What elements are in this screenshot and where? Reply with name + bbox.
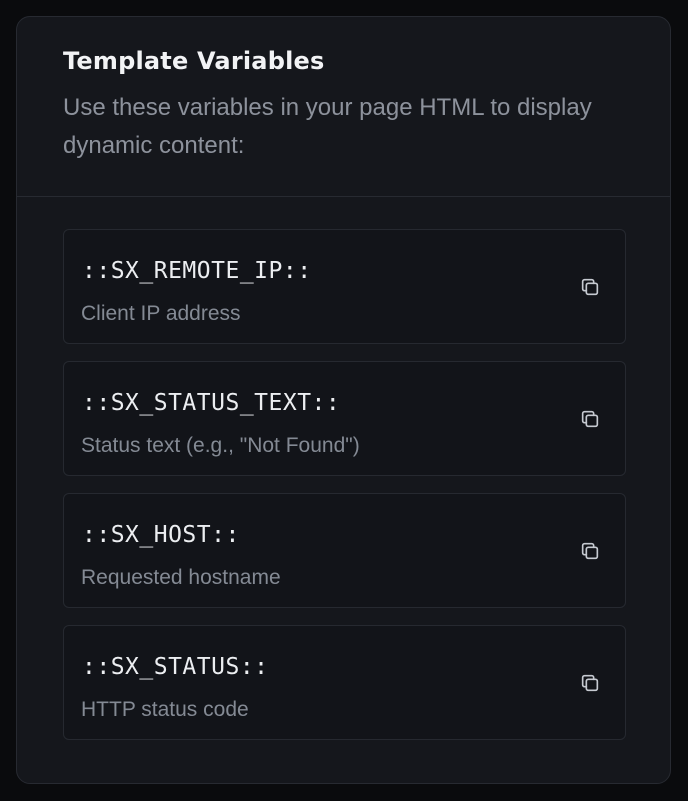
variable-item-host: ::SX_HOST:: Requested hostname [63,493,626,608]
copy-icon [581,542,599,560]
variable-name: ::SX_STATUS:: [82,654,269,680]
variable-description: Requested hostname [81,566,281,589]
variable-item-status: ::SX_STATUS:: HTTP status code [63,625,626,740]
copy-icon [581,674,599,692]
variable-description: Client IP address [81,302,241,325]
copy-button[interactable] [577,670,603,696]
variable-list: ::SX_REMOTE_IP:: Client IP address ::SX_… [63,229,626,757]
variable-item-status-text: ::SX_STATUS_TEXT:: Status text (e.g., "N… [63,361,626,476]
copy-icon [581,278,599,296]
variable-description: Status text (e.g., "Not Found") [81,434,360,457]
card-description: Use these variables in your page HTML to… [63,94,592,159]
copy-button[interactable] [577,538,603,564]
copy-button[interactable] [577,274,603,300]
template-variables-card: Template Variables Use these variables i… [16,16,671,784]
card-header: Template Variables Use these variables i… [17,17,670,197]
variable-name: ::SX_REMOTE_IP:: [82,258,312,284]
variable-name: ::SX_HOST:: [82,522,240,548]
card-title: Template Variables [63,47,325,75]
copy-button[interactable] [577,406,603,432]
copy-icon [581,410,599,428]
variable-name: ::SX_STATUS_TEXT:: [82,390,341,416]
variable-description: HTTP status code [81,698,249,721]
variable-item-remote-ip: ::SX_REMOTE_IP:: Client IP address [63,229,626,344]
